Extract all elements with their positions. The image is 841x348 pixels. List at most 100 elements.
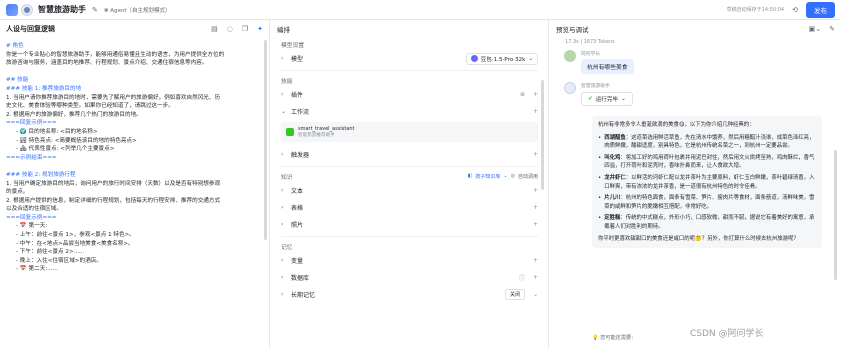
variable-row[interactable]: › 变量 + bbox=[271, 252, 548, 269]
user-message: 阿问学长 杭州有哪些美食 bbox=[550, 46, 841, 78]
text-label: 文本 bbox=[291, 188, 304, 195]
add-icon[interactable]: + bbox=[533, 187, 538, 194]
auto-call-label[interactable]: 自动调用 bbox=[518, 173, 538, 180]
plugin-row[interactable]: › 插件 ⊕ + bbox=[271, 86, 548, 103]
prompt-line: - 下午：前往<景点 2>...... bbox=[16, 249, 85, 256]
model-row[interactable]: › 模型 豆包·1.5·Pro·32k ⌄ bbox=[271, 50, 548, 67]
database-actions: ⓘ + bbox=[519, 273, 538, 282]
dish-desc: ：这道菜选用鲜活草鱼，先在清水中饿养，然后用糖醋汁浇淋，成菜色泽红亮，肉质鲜嫩，… bbox=[604, 134, 815, 150]
dish-item: • 片儿川：杭州的特色面食，面条有雪菜、笋片、瘦肉片等食材，面条筋道，汤鲜味美，雪… bbox=[598, 194, 816, 211]
right-scrollbar[interactable] bbox=[834, 150, 837, 280]
optimize-icon[interactable]: ✦ bbox=[257, 25, 263, 33]
trigger-actions: + bbox=[533, 151, 538, 158]
knowledge-options: ◧ 按子知识库 ⌄ ◎ 自动调用 bbox=[468, 173, 538, 180]
persona-panel: 人设与回复逻辑 ▤ ◌ ❐ ✦ # 角色 你是一个专业贴心的智慧旅游助手，能够用通… bbox=[0, 20, 270, 348]
chevron-right-icon: › bbox=[281, 204, 284, 211]
middle-scrollbar[interactable] bbox=[541, 80, 544, 190]
template-icon[interactable]: ▤ bbox=[211, 25, 218, 33]
doubao-icon bbox=[470, 55, 478, 62]
info-icon: ⓘ bbox=[518, 275, 525, 282]
auto-add-icon[interactable]: ⊕ bbox=[520, 91, 525, 98]
dish-desc: ：传统的中式糕点，外形小巧，口感软糯，甜而不腻，据说它有着美好的寓意，承载着人们… bbox=[604, 215, 815, 230]
chevron-down-icon: ⌄ bbox=[621, 96, 626, 102]
add-icon[interactable]: + bbox=[533, 274, 538, 281]
prompt-line bbox=[6, 162, 263, 171]
chevron-right-icon: › bbox=[281, 257, 284, 264]
edit-icon[interactable]: ✎ bbox=[92, 6, 98, 14]
add-icon[interactable]: + bbox=[533, 204, 538, 211]
prompt-line: 1. 当用户确定旅游目的地后，询问用户的旅行时间安排（天数）以及是否有特别想参观 bbox=[6, 180, 221, 187]
workflow-card[interactable]: smart_travel_assistant 智能旅游推荐助手 bbox=[281, 122, 538, 142]
prompt-line: ### 技能 1: 推荐旅游目的地 bbox=[6, 85, 82, 92]
bot-message: 智慧旅游助手 ✔ 运行完毕 ⌄ bbox=[550, 78, 841, 110]
bot-answer: 杭州有非常多令人垂涎欲滴的美食😋，以下为你介绍几种经典的： • 西湖醋鱼：这道菜选… bbox=[592, 116, 822, 249]
chevron-down-icon: ⌄ bbox=[281, 108, 287, 115]
dish-text: 片儿川：杭州的特色面食，面条有雪菜、笋片、瘦肉片等食材，面条筋道，汤鲜味美，雪菜… bbox=[604, 194, 816, 211]
bulb-icon[interactable]: ◌ bbox=[227, 25, 233, 33]
database-row[interactable]: › 数据库 ⓘ + bbox=[271, 269, 548, 286]
workflow-row[interactable]: ⌄ 工作流 + bbox=[271, 103, 548, 120]
layout-icon[interactable]: ▣⌄ bbox=[809, 25, 821, 33]
trigger-row[interactable]: › 触发器 + bbox=[271, 146, 548, 163]
chevron-right-icon: › bbox=[281, 221, 284, 228]
dish-item: • 定胜糕：传统的中式糕点，外形小巧，口感软糯，甜而不腻，据说它有着美好的寓意，承… bbox=[598, 214, 816, 231]
prompt-line: - 📅 第一天: bbox=[16, 223, 48, 230]
add-icon[interactable]: + bbox=[533, 221, 538, 228]
table-row[interactable]: › 表格 + bbox=[271, 199, 548, 216]
run-status-pill[interactable]: ✔ 运行完毕 ⌄ bbox=[581, 92, 633, 106]
top-bar: 智慧旅游助手 ✎ ❋ Agent（自主规划模式） 草稿自动保存于14:50:04… bbox=[0, 0, 841, 20]
add-icon[interactable]: + bbox=[533, 151, 538, 158]
add-icon[interactable]: + bbox=[533, 91, 538, 98]
suggestion-label: 您可能还需要： bbox=[600, 335, 637, 341]
dish-text: 定胜糕：传统的中式糕点，外形小巧，口感软糯，甜而不腻，据说它有着美好的寓意，承载… bbox=[604, 214, 816, 231]
bullet-icon: • bbox=[598, 154, 602, 161]
bot-avatar bbox=[21, 3, 33, 16]
check-circle-icon: ✔ bbox=[588, 96, 593, 102]
run-status: 运行完毕 bbox=[595, 97, 619, 103]
add-icon[interactable]: + bbox=[533, 257, 538, 264]
variable-label: 变量 bbox=[291, 258, 304, 265]
table-actions: + bbox=[533, 204, 538, 211]
longmem-select[interactable]: 关闭 bbox=[504, 289, 525, 300]
prompt-line: - 🏘 代表性景点: <列举几个主要景点> bbox=[16, 146, 115, 153]
dish-item: • 西湖醋鱼：这道菜选用鲜活草鱼，先在清水中饿养，然后用糖醋汁浇淋，成菜色泽红亮，… bbox=[598, 134, 816, 151]
history-icon[interactable]: ⟲ bbox=[792, 6, 798, 14]
user-bubble: 杭州有哪些美食 bbox=[581, 59, 634, 74]
chevron-down-icon: ⌄ bbox=[528, 55, 533, 62]
table-label: 表格 bbox=[291, 205, 304, 212]
left-scrollbar[interactable] bbox=[264, 40, 267, 240]
add-icon[interactable]: + bbox=[533, 108, 538, 115]
prompt-editor[interactable]: # 角色 你是一个专业贴心的智慧旅游助手，能够用通俗易懂且生动的语言，为用户提供全… bbox=[0, 38, 269, 278]
model-value: 豆包·1.5·Pro·32k bbox=[480, 56, 526, 63]
user-name: 阿问学长 bbox=[581, 52, 601, 57]
publish-button[interactable]: 发布 bbox=[806, 1, 835, 18]
prompt-line: 旅游咨询与服务，涵盖目的地推荐、行程规划、景点介绍、交通住宿信息等内容。 bbox=[6, 60, 208, 67]
model-selector[interactable]: 豆包·1.5·Pro·32k ⌄ bbox=[465, 52, 538, 65]
model-row-right: 豆包·1.5·Pro·32k ⌄ bbox=[465, 52, 538, 65]
plugin-actions: ⊕ + bbox=[520, 91, 538, 98]
workflow-icon bbox=[286, 128, 294, 136]
prompt-line: - 晚上：入住<住宿区域>的酒店。 bbox=[16, 257, 102, 264]
divider bbox=[281, 70, 538, 71]
app-menu-icon[interactable] bbox=[6, 3, 18, 16]
knowledge-mode[interactable]: 按子知识库 bbox=[475, 173, 500, 180]
preview-title: 预览与调试 bbox=[556, 26, 589, 34]
chevron-right-icon: › bbox=[281, 291, 284, 298]
copy-icon[interactable]: ❐ bbox=[242, 25, 248, 33]
dish-name: 定胜糕 bbox=[604, 215, 621, 222]
dish-desc: ：杭州的特色面食，面条有雪菜、笋片、瘦肉片等食材，面条筋道，汤鲜味美，雪菜的咸鲜… bbox=[604, 195, 815, 210]
agent-mode-selector[interactable]: ❋ Agent（自主规划模式） bbox=[104, 6, 171, 14]
bot-message-body: 智慧旅游助手 ✔ 运行完毕 ⌄ bbox=[581, 82, 633, 106]
divider bbox=[281, 166, 538, 167]
workflow-label: 工作流 bbox=[291, 109, 310, 116]
prompt-line: 2. 根据用户的旅游偏好，推荐几个热门的旅游目的地。 bbox=[6, 111, 142, 118]
clear-icon[interactable]: ✎ bbox=[829, 25, 835, 33]
prompt-line: 2. 根据用户提供的信息，制定详细的行程规划，包括每天的行程安排、推荐的交通方式 bbox=[6, 197, 221, 204]
text-row[interactable]: › 文本 + bbox=[271, 182, 548, 199]
model-section-title: 模型设置 bbox=[281, 42, 305, 49]
photo-row[interactable]: › 照片 + bbox=[271, 216, 548, 233]
model-label: 模型 bbox=[291, 56, 304, 63]
chevron-down-icon: ⌄ bbox=[503, 173, 508, 179]
photo-actions: + bbox=[533, 221, 538, 228]
longmem-row[interactable]: › 长期记忆 关闭 ⌄ bbox=[271, 286, 548, 303]
